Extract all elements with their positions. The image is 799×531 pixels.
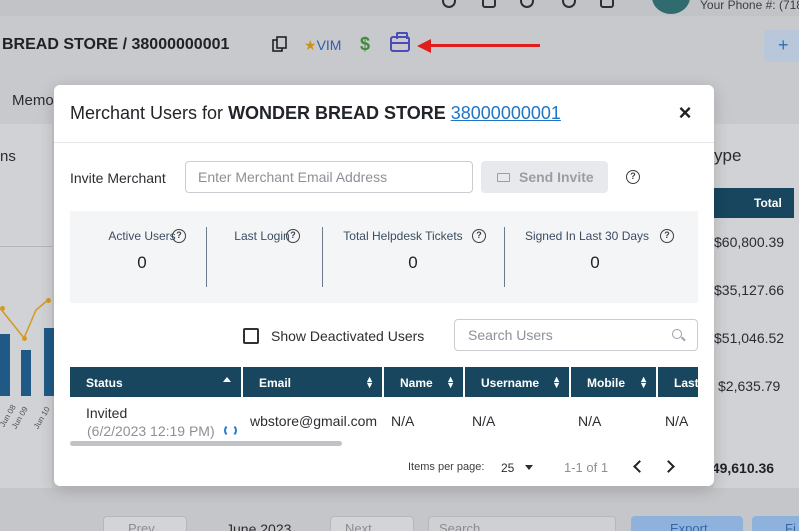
filter-button[interactable]: Fi xyxy=(752,516,799,531)
chart-point xyxy=(22,336,27,341)
close-icon[interactable]: × xyxy=(674,102,696,125)
chart-point xyxy=(0,306,5,311)
column-status[interactable]: Status xyxy=(70,367,243,397)
column-last[interactable]: Last xyxy=(658,367,698,397)
help-icon[interactable]: ? xyxy=(472,229,486,243)
stat-value: 0 xyxy=(408,253,418,272)
stat-active-users: Active Users 0 ? xyxy=(70,211,214,303)
stat-value: 0 xyxy=(137,253,147,272)
star-icon: ★ xyxy=(304,37,317,53)
users-toolbar: Show Deactivated Users xyxy=(70,303,698,367)
stat-helpdesk-tickets: Total Helpdesk Tickets 0 ? xyxy=(322,211,504,303)
dollar-icon[interactable]: $ xyxy=(360,34,370,55)
page-range: 1-1 of 1 xyxy=(564,460,609,475)
chevron-down-icon[interactable] xyxy=(525,465,533,470)
sort-icon: ▲ ▼ xyxy=(552,374,561,390)
cell-status-date: (6/2/2023 12:19 PM) xyxy=(87,423,215,439)
grand-total: 149,610.36 xyxy=(704,460,775,476)
cell-status: Invited xyxy=(86,405,128,421)
cell-last: N/A xyxy=(665,413,689,429)
briefcase-icon[interactable] xyxy=(390,32,410,52)
add-button[interactable]: + xyxy=(764,30,799,62)
footer-search-input[interactable]: Search xyxy=(428,516,616,531)
send-invite-button[interactable]: Send Invite xyxy=(481,161,608,193)
users-table: Status Email ▲ ▼ Name ▲ ▼ Username ▲ ▼ Mobile ▲… xyxy=(70,367,698,447)
invite-merchant-label: Invite Merchant xyxy=(70,170,166,186)
envelope-icon xyxy=(497,173,510,182)
column-mobile[interactable]: Mobile ▲ ▼ xyxy=(571,367,658,397)
page-size-select[interactable]: 25 xyxy=(501,461,514,475)
table-header: Status Email ▲ ▼ Name ▲ ▼ Username ▲ ▼ Mobile ▲… xyxy=(70,367,698,397)
merchant-id-link[interactable]: 38000000001 xyxy=(451,103,561,123)
show-deactivated-label[interactable]: Show Deactivated Users xyxy=(271,328,424,344)
help-icon[interactable]: ? xyxy=(660,229,674,243)
help-icon[interactable]: ? xyxy=(286,229,300,243)
amount-cell: $51,046.52 xyxy=(714,330,785,346)
left-panel-title: ns xyxy=(0,148,16,165)
right-panel-title: ype xyxy=(714,146,742,165)
total-column-header[interactable]: Total xyxy=(714,188,799,218)
amount-cell: $35,127.66 xyxy=(714,282,785,298)
red-arrow-annotation xyxy=(428,44,540,47)
copy-icon[interactable] xyxy=(272,36,288,57)
sort-icon: ▲ ▼ xyxy=(446,374,455,390)
invite-help-icon[interactable]: ? xyxy=(626,170,640,184)
month-label: June 2023 xyxy=(226,521,292,531)
cell-username: N/A xyxy=(472,413,496,429)
chart-point xyxy=(46,298,51,303)
cell-email: wbstore@gmail.com xyxy=(250,413,378,429)
bell-icon[interactable] xyxy=(600,0,614,8)
cell-mobile: N/A xyxy=(578,413,602,429)
previous-page-icon[interactable] xyxy=(633,460,646,473)
items-per-page-label: Items per page: xyxy=(408,461,485,473)
next-button[interactable]: Next xyxy=(330,516,414,531)
search-icon xyxy=(672,329,682,339)
amount-cell: $60,800.39 xyxy=(714,234,785,250)
user-stats-panel: Active Users 0 ? Last Login ? Total Help… xyxy=(70,211,698,303)
sort-icon: ▲ ▼ xyxy=(365,374,374,390)
column-email[interactable]: Email ▲ ▼ xyxy=(243,367,384,397)
sort-up-icon xyxy=(223,377,231,382)
modal-title: Merchant Users for WONDER BREAD STORE 38… xyxy=(70,103,561,123)
stat-value: 0 xyxy=(590,253,600,272)
column-name[interactable]: Name ▲ ▼ xyxy=(384,367,465,397)
export-button[interactable]: Export xyxy=(631,516,743,531)
resend-refresh-icon[interactable] xyxy=(224,424,237,437)
chart-gridline xyxy=(0,246,52,247)
vim-link[interactable]: ★VIM xyxy=(304,37,341,54)
merchant-email-input[interactable] xyxy=(185,161,473,193)
phone-number-label: Your Phone #: (718 xyxy=(700,0,799,12)
stat-signed-in-30-days: Signed In Last 30 Days 0 ? xyxy=(504,211,686,303)
column-username[interactable]: Username ▲ ▼ xyxy=(465,367,571,397)
right-panel xyxy=(714,124,799,494)
next-page-icon[interactable] xyxy=(662,460,675,473)
pagination: Items per page: 25 1-1 of 1 xyxy=(70,449,698,485)
tab-memo[interactable]: Memo xyxy=(12,92,54,109)
merchant-users-modal: Merchant Users for WONDER BREAD STORE 38… xyxy=(54,85,714,486)
sort-icon: ▲ ▼ xyxy=(639,374,648,390)
modal-header: Merchant Users for WONDER BREAD STORE 38… xyxy=(54,85,714,143)
amount-cell: $2,635.79 xyxy=(718,378,781,394)
merchant-name: WONDER BREAD STORE xyxy=(228,103,446,123)
show-deactivated-checkbox[interactable] xyxy=(243,328,259,344)
chart-line xyxy=(0,299,49,340)
bulb-icon[interactable] xyxy=(482,0,496,8)
cell-name: N/A xyxy=(391,413,415,429)
stat-last-login: Last Login ? xyxy=(206,211,330,303)
prev-button[interactable]: Prev xyxy=(103,516,187,531)
help-icon[interactable]: ? xyxy=(172,229,186,243)
horizontal-scrollbar[interactable] xyxy=(70,441,342,446)
page-title: BREAD STORE / 38000000001 xyxy=(2,36,230,53)
search-users-input[interactable] xyxy=(454,319,698,351)
chart-bar xyxy=(21,350,31,396)
